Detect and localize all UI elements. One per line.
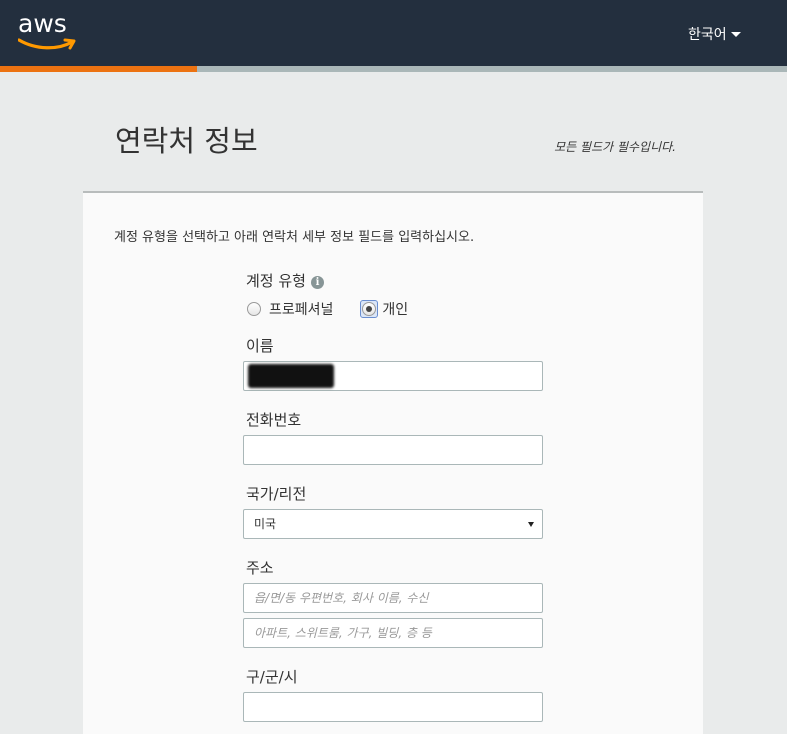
country-value: 미국 — [254, 517, 277, 531]
intro-text: 계정 유형을 선택하고 아래 연락처 세부 정보 필드를 입력하십시오. — [114, 230, 475, 245]
language-label: 한국어 — [688, 27, 727, 43]
radio-personal-label[interactable]: 개인 — [382, 299, 408, 319]
top-bar: aws 한국어 — [0, 0, 787, 66]
city-field[interactable] — [243, 692, 543, 722]
progress-bar — [0, 66, 787, 72]
city-label: 구/군/시 — [246, 668, 298, 686]
address-label: 주소 — [246, 559, 274, 577]
radio-personal[interactable] — [362, 302, 377, 316]
radio-professional[interactable] — [247, 302, 261, 316]
phone-label: 전화번호 — [246, 411, 302, 429]
language-selector[interactable]: 한국어 — [688, 24, 741, 44]
aws-smile-icon — [18, 38, 76, 50]
required-note: 모든 필드가 필수입니다. — [554, 140, 676, 154]
address-line2-placeholder: 아파트, 스위트룸, 가구, 빌딩, 층 등 — [254, 626, 432, 640]
info-icon[interactable]: i — [310, 276, 324, 289]
account-type-label: 계정 유형 i — [246, 270, 324, 291]
title-divider — [83, 191, 703, 193]
radio-professional-wrap[interactable] — [245, 300, 263, 318]
caret-down-icon — [730, 31, 741, 37]
address-line1-placeholder: 읍/면/동 우편번호, 회사 이름, 수신 — [254, 591, 429, 605]
name-label: 이름 — [246, 337, 274, 355]
address-line2-field[interactable]: 아파트, 스위트룸, 가구, 빌딩, 층 등 — [243, 618, 543, 648]
account-type-label-text: 계정 유형 — [246, 272, 306, 290]
account-type-radio-group: 프로페셔널 개인 — [245, 299, 435, 319]
radio-personal-wrap[interactable] — [360, 300, 379, 318]
name-field[interactable] — [243, 361, 543, 391]
address-line1-field[interactable]: 읍/면/동 우편번호, 회사 이름, 수신 — [243, 583, 543, 613]
country-select[interactable]: 미국 — [243, 509, 543, 539]
select-arrow-icon — [528, 522, 534, 527]
redaction-mark — [248, 364, 334, 388]
phone-field[interactable] — [243, 435, 543, 465]
logo-text: aws — [18, 9, 67, 38]
country-label: 국가/리전 — [246, 485, 307, 503]
progress-fill — [0, 66, 197, 72]
page-title: 연락처 정보 — [115, 124, 258, 158]
aws-logo[interactable]: aws — [18, 10, 80, 56]
radio-professional-label[interactable]: 프로페셔널 — [269, 299, 333, 319]
